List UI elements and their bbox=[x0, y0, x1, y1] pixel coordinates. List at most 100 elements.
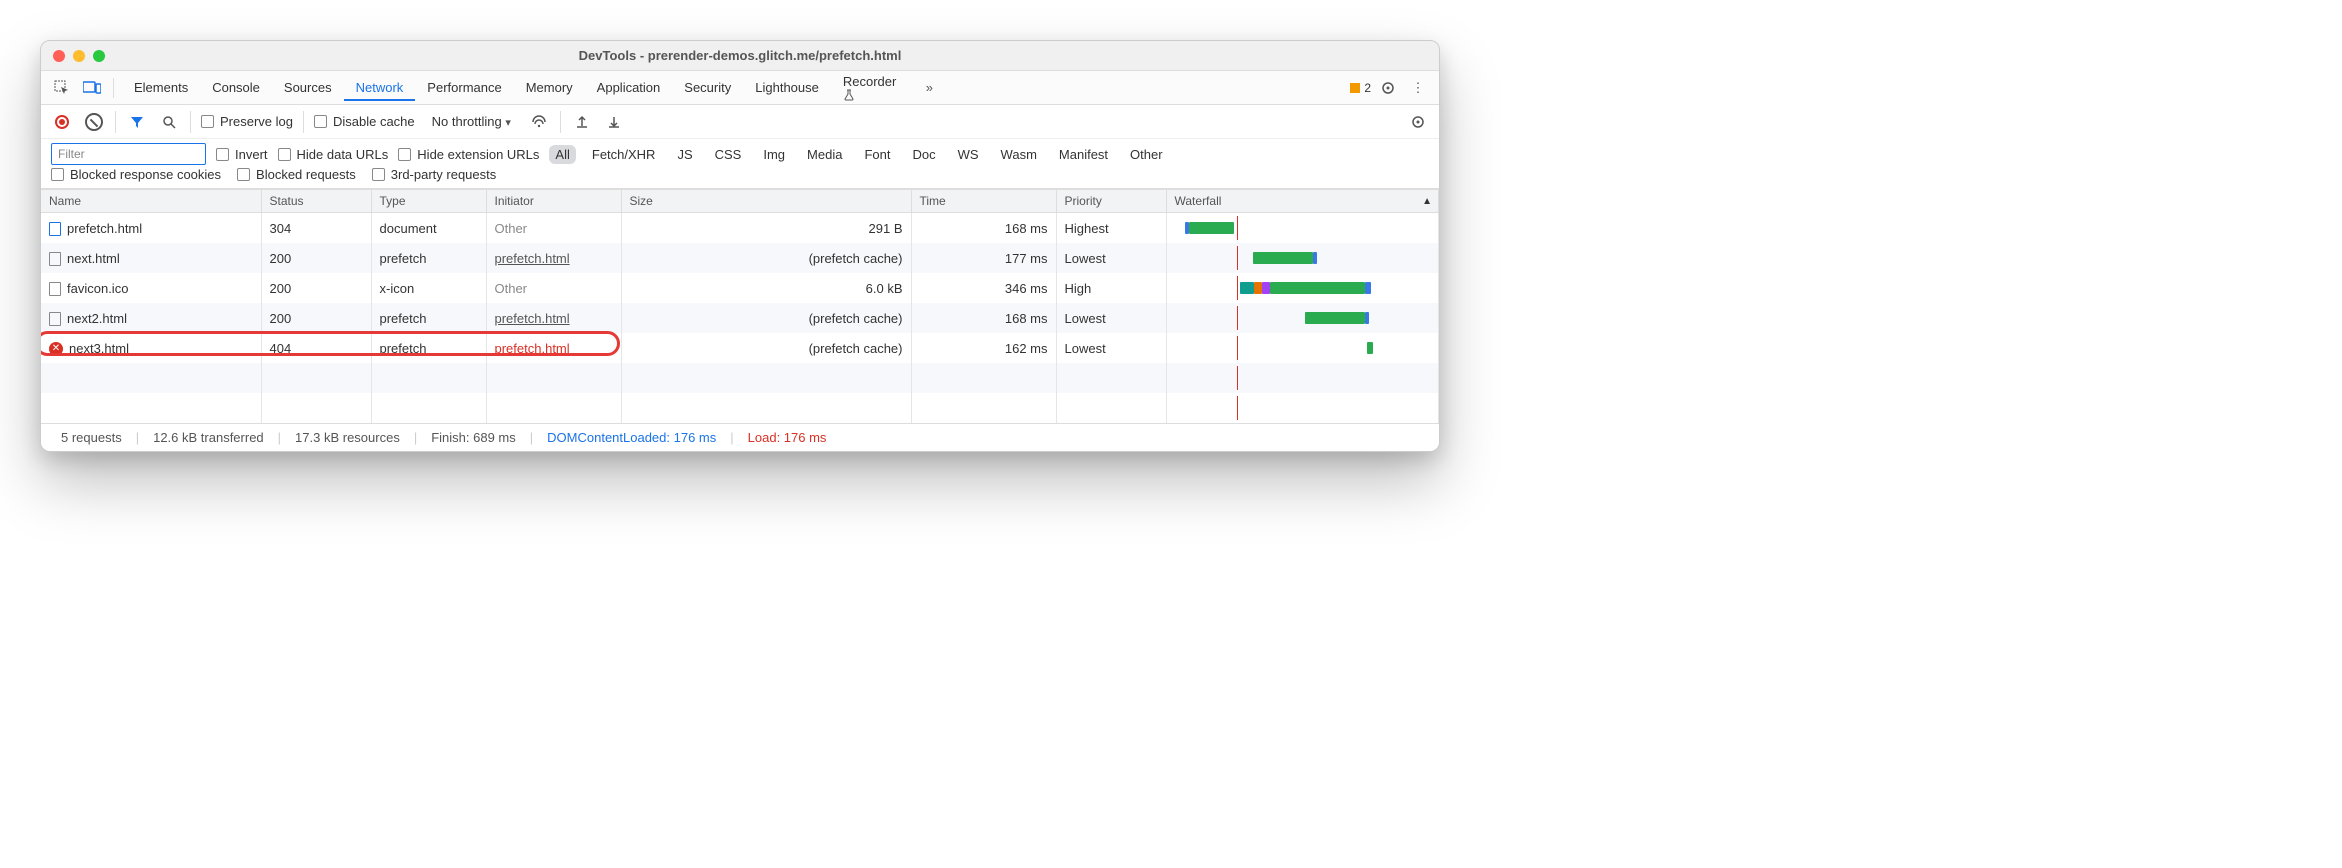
request-type: prefetch bbox=[371, 303, 486, 333]
request-name: prefetch.html bbox=[67, 221, 142, 236]
tab-application[interactable]: Application bbox=[585, 74, 673, 101]
tab-memory[interactable]: Memory bbox=[514, 74, 585, 101]
tab-lighthouse[interactable]: Lighthouse bbox=[743, 74, 831, 101]
type-filter-all[interactable]: All bbox=[549, 145, 575, 164]
filter-input[interactable] bbox=[51, 143, 206, 165]
col-header-status[interactable]: Status bbox=[261, 190, 371, 213]
type-filter-manifest[interactable]: Manifest bbox=[1053, 145, 1114, 164]
network-toolbar: Preserve log Disable cache No throttling… bbox=[41, 105, 1439, 139]
requests-table-wrap: NameStatusTypeInitiatorSizeTimePriorityW… bbox=[41, 189, 1439, 423]
request-time: 162 ms bbox=[911, 333, 1056, 363]
request-waterfall bbox=[1166, 273, 1439, 303]
request-name: next.html bbox=[67, 251, 120, 266]
maximize-icon[interactable] bbox=[93, 50, 105, 62]
type-filter-fetch-xhr[interactable]: Fetch/XHR bbox=[586, 145, 662, 164]
record-button[interactable] bbox=[51, 111, 73, 133]
request-priority: Lowest bbox=[1056, 303, 1166, 333]
disable-cache-checkbox[interactable]: Disable cache bbox=[314, 114, 415, 129]
device-icon[interactable] bbox=[79, 75, 105, 101]
status-domcontentloaded: DOMContentLoaded: 176 ms bbox=[539, 430, 724, 445]
network-conditions-icon[interactable] bbox=[528, 111, 550, 133]
status-bar: 5 requests| 12.6 kB transferred| 17.3 kB… bbox=[41, 423, 1439, 451]
type-filter-doc[interactable]: Doc bbox=[906, 145, 941, 164]
invert-checkbox[interactable]: Invert bbox=[216, 147, 268, 162]
request-time: 346 ms bbox=[911, 273, 1056, 303]
status-finish: Finish: 689 ms bbox=[423, 430, 524, 445]
tab-recorder[interactable]: Recorder bbox=[831, 68, 912, 107]
request-status: 200 bbox=[261, 243, 371, 273]
minimize-icon[interactable] bbox=[73, 50, 85, 62]
tab-elements[interactable]: Elements bbox=[122, 74, 200, 101]
status-transferred: 12.6 kB transferred bbox=[145, 430, 272, 445]
export-icon[interactable] bbox=[603, 111, 625, 133]
close-icon[interactable] bbox=[53, 50, 65, 62]
empty-row bbox=[41, 363, 1439, 393]
request-waterfall bbox=[1166, 303, 1439, 333]
sort-asc-icon: ▲ bbox=[1422, 196, 1432, 207]
tab-sources[interactable]: Sources bbox=[272, 74, 344, 101]
col-header-type[interactable]: Type bbox=[371, 190, 486, 213]
status-requests: 5 requests bbox=[53, 430, 130, 445]
hide-ext-urls-checkbox[interactable]: Hide extension URLs bbox=[398, 147, 539, 162]
tab-performance[interactable]: Performance bbox=[415, 74, 513, 101]
request-initiator[interactable]: prefetch.html bbox=[495, 341, 570, 356]
table-row[interactable]: ✕next3.html404prefetchprefetch.html(pref… bbox=[41, 333, 1439, 363]
table-row[interactable]: prefetch.html304documentOther291 B168 ms… bbox=[41, 213, 1439, 244]
tab-network[interactable]: Network bbox=[344, 74, 416, 101]
col-header-waterfall[interactable]: Waterfall▲ bbox=[1166, 190, 1439, 213]
request-priority: Lowest bbox=[1056, 333, 1166, 363]
status-load: Load: 176 ms bbox=[740, 430, 835, 445]
inspect-icon[interactable] bbox=[49, 75, 75, 101]
table-row[interactable]: next2.html200prefetchprefetch.html(prefe… bbox=[41, 303, 1439, 333]
blocked-cookies-checkbox[interactable]: Blocked response cookies bbox=[51, 167, 221, 182]
table-row[interactable]: favicon.ico200x-iconOther6.0 kB346 msHig… bbox=[41, 273, 1439, 303]
type-filter-other[interactable]: Other bbox=[1124, 145, 1169, 164]
preserve-log-checkbox[interactable]: Preserve log bbox=[201, 114, 293, 129]
col-header-priority[interactable]: Priority bbox=[1056, 190, 1166, 213]
issues-badge[interactable]: 2 bbox=[1350, 81, 1371, 95]
kebab-icon[interactable]: ⋮ bbox=[1405, 75, 1431, 101]
issues-count: 2 bbox=[1364, 81, 1371, 95]
col-header-initiator[interactable]: Initiator bbox=[486, 190, 621, 213]
request-name: next2.html bbox=[67, 311, 127, 326]
third-party-checkbox[interactable]: 3rd-party requests bbox=[372, 167, 497, 182]
error-icon: ✕ bbox=[49, 342, 63, 356]
tab-console[interactable]: Console bbox=[200, 74, 272, 101]
request-priority: High bbox=[1056, 273, 1166, 303]
request-waterfall bbox=[1166, 243, 1439, 273]
hide-data-urls-checkbox[interactable]: Hide data URLs bbox=[278, 147, 389, 162]
warn-icon bbox=[1350, 83, 1360, 93]
request-waterfall bbox=[1166, 333, 1439, 363]
request-initiator[interactable]: prefetch.html bbox=[495, 251, 570, 266]
clear-button[interactable] bbox=[83, 111, 105, 133]
col-header-name[interactable]: Name bbox=[41, 190, 261, 213]
table-row[interactable]: next.html200prefetchprefetch.html(prefet… bbox=[41, 243, 1439, 273]
search-icon[interactable] bbox=[158, 111, 180, 133]
type-filter-css[interactable]: CSS bbox=[709, 145, 748, 164]
col-header-size[interactable]: Size bbox=[621, 190, 911, 213]
gear-icon[interactable] bbox=[1375, 75, 1401, 101]
gear-icon[interactable] bbox=[1407, 111, 1429, 133]
request-waterfall bbox=[1166, 213, 1439, 244]
request-type: prefetch bbox=[371, 333, 486, 363]
col-header-time[interactable]: Time bbox=[911, 190, 1056, 213]
type-filter-wasm[interactable]: Wasm bbox=[995, 145, 1043, 164]
request-initiator[interactable]: prefetch.html bbox=[495, 311, 570, 326]
empty-row bbox=[41, 393, 1439, 423]
request-time: 168 ms bbox=[911, 303, 1056, 333]
blocked-requests-checkbox[interactable]: Blocked requests bbox=[237, 167, 356, 182]
tab-security[interactable]: Security bbox=[672, 74, 743, 101]
throttling-select[interactable]: No throttling ▾ bbox=[425, 111, 518, 132]
type-filter-ws[interactable]: WS bbox=[952, 145, 985, 164]
filter-icon[interactable] bbox=[126, 111, 148, 133]
type-filter-font[interactable]: Font bbox=[858, 145, 896, 164]
more-tabs-icon[interactable]: » bbox=[916, 75, 942, 101]
import-icon[interactable] bbox=[571, 111, 593, 133]
request-type: prefetch bbox=[371, 243, 486, 273]
type-filter-js[interactable]: JS bbox=[671, 145, 698, 164]
type-filter-img[interactable]: Img bbox=[757, 145, 791, 164]
titlebar: DevTools - prerender-demos.glitch.me/pre… bbox=[41, 41, 1439, 71]
type-filter-media[interactable]: Media bbox=[801, 145, 848, 164]
request-priority: Lowest bbox=[1056, 243, 1166, 273]
request-name: favicon.ico bbox=[67, 281, 128, 296]
